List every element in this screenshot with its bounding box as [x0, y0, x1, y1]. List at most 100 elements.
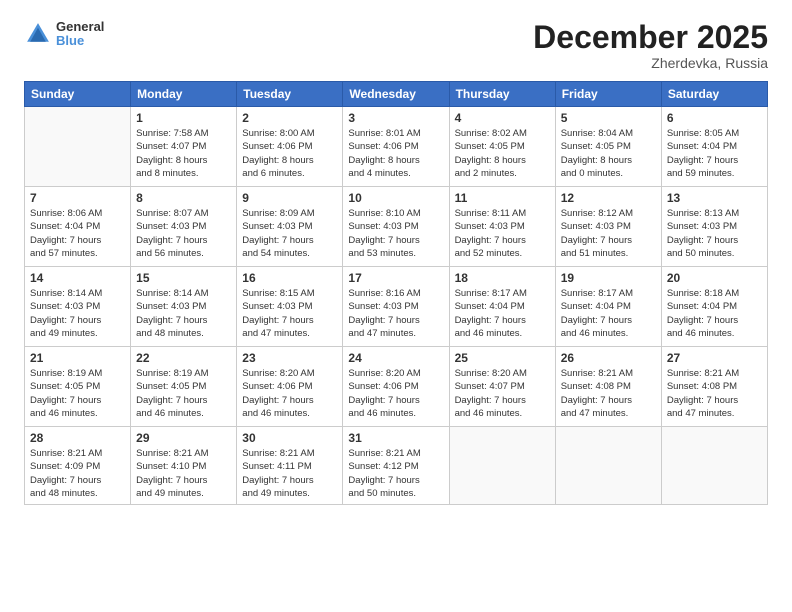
- day-info: Sunrise: 8:21 AMSunset: 4:09 PMDaylight:…: [30, 447, 125, 500]
- col-saturday: Saturday: [661, 82, 767, 107]
- day-info: Sunrise: 8:13 AMSunset: 4:03 PMDaylight:…: [667, 207, 762, 260]
- day-number: 9: [242, 191, 337, 205]
- table-row: 22 Sunrise: 8:19 AMSunset: 4:05 PMDayligh…: [131, 347, 237, 427]
- table-row: 7 Sunrise: 8:06 AMSunset: 4:04 PMDaylight…: [25, 187, 131, 267]
- day-number: 19: [561, 271, 656, 285]
- day-number: 4: [455, 111, 550, 125]
- table-row: 24 Sunrise: 8:20 AMSunset: 4:06 PMDayligh…: [343, 347, 449, 427]
- day-info: Sunrise: 8:01 AMSunset: 4:06 PMDaylight:…: [348, 127, 443, 180]
- day-number: 7: [30, 191, 125, 205]
- day-number: 1: [136, 111, 231, 125]
- day-info: Sunrise: 8:17 AMSunset: 4:04 PMDaylight:…: [561, 287, 656, 340]
- table-row: [449, 427, 555, 505]
- table-row: 18Sunrise: 8:17 AMSunset: 4:04 PMDayligh…: [449, 267, 555, 347]
- logo: General Blue: [24, 20, 104, 49]
- table-row: 31 Sunrise: 8:21 AMSunset: 4:12 PMDayligh…: [343, 427, 449, 505]
- table-row: 29 Sunrise: 8:21 AMSunset: 4:10 PMDayligh…: [131, 427, 237, 505]
- table-row: 1 Sunrise: 7:58 AMSunset: 4:07 PMDaylight…: [131, 107, 237, 187]
- subtitle: Zherdevka, Russia: [533, 55, 768, 71]
- table-row: 2 Sunrise: 8:00 AMSunset: 4:06 PMDaylight…: [237, 107, 343, 187]
- day-info: Sunrise: 8:06 AMSunset: 4:04 PMDaylight:…: [30, 207, 125, 260]
- day-info: Sunrise: 8:15 AMSunset: 4:03 PMDaylight:…: [242, 287, 337, 340]
- day-info: Sunrise: 8:21 AMSunset: 4:11 PMDaylight:…: [242, 447, 337, 500]
- day-number: 23: [242, 351, 337, 365]
- table-row: 13 Sunrise: 8:13 AMSunset: 4:03 PMDayligh…: [661, 187, 767, 267]
- day-number: 28: [30, 431, 125, 445]
- table-row: 23 Sunrise: 8:20 AMSunset: 4:06 PMDayligh…: [237, 347, 343, 427]
- table-row: 28 Sunrise: 8:21 AMSunset: 4:09 PMDayligh…: [25, 427, 131, 505]
- col-sunday: Sunday: [25, 82, 131, 107]
- day-number: 18: [455, 271, 550, 285]
- day-number: 27: [667, 351, 762, 365]
- table-row: 4Sunrise: 8:02 AMSunset: 4:05 PMDaylight…: [449, 107, 555, 187]
- table-row: 6 Sunrise: 8:05 AMSunset: 4:04 PMDaylight…: [661, 107, 767, 187]
- table-row: 27 Sunrise: 8:21 AMSunset: 4:08 PMDayligh…: [661, 347, 767, 427]
- day-info: Sunrise: 8:12 AMSunset: 4:03 PMDaylight:…: [561, 207, 656, 260]
- day-number: 25: [455, 351, 550, 365]
- table-row: 25Sunrise: 8:20 AMSunset: 4:07 PMDayligh…: [449, 347, 555, 427]
- day-number: 14: [30, 271, 125, 285]
- table-row: [555, 427, 661, 505]
- day-number: 30: [242, 431, 337, 445]
- logo-icon: [24, 20, 52, 48]
- calendar-header-row: Sunday Monday Tuesday Wednesday Thursday…: [25, 82, 768, 107]
- day-number: 24: [348, 351, 443, 365]
- day-number: 15: [136, 271, 231, 285]
- table-row: 12 Sunrise: 8:12 AMSunset: 4:03 PMDayligh…: [555, 187, 661, 267]
- day-number: 6: [667, 111, 762, 125]
- day-info: Sunrise: 8:20 AMSunset: 4:06 PMDaylight:…: [242, 367, 337, 420]
- day-info: Sunrise: 8:21 AMSunset: 4:10 PMDaylight:…: [136, 447, 231, 500]
- day-info: Sunrise: 8:18 AMSunset: 4:04 PMDaylight:…: [667, 287, 762, 340]
- header: General Blue December 2025 Zherdevka, Ru…: [24, 20, 768, 71]
- day-info: Sunrise: 8:07 AMSunset: 4:03 PMDaylight:…: [136, 207, 231, 260]
- day-info: Sunrise: 8:21 AMSunset: 4:12 PMDaylight:…: [348, 447, 443, 500]
- table-row: 20Sunrise: 8:18 AMSunset: 4:04 PMDayligh…: [661, 267, 767, 347]
- col-thursday: Thursday: [449, 82, 555, 107]
- logo-line2: Blue: [56, 34, 104, 48]
- day-info: Sunrise: 8:09 AMSunset: 4:03 PMDaylight:…: [242, 207, 337, 260]
- table-row: 19 Sunrise: 8:17 AMSunset: 4:04 PMDayligh…: [555, 267, 661, 347]
- table-row: 9 Sunrise: 8:09 AMSunset: 4:03 PMDaylight…: [237, 187, 343, 267]
- day-info: Sunrise: 8:10 AMSunset: 4:03 PMDaylight:…: [348, 207, 443, 260]
- day-number: 11: [455, 191, 550, 205]
- table-row: [661, 427, 767, 505]
- day-number: 22: [136, 351, 231, 365]
- day-info: Sunrise: 8:21 AMSunset: 4:08 PMDaylight:…: [667, 367, 762, 420]
- col-friday: Friday: [555, 82, 661, 107]
- logo-text: General Blue: [56, 20, 104, 49]
- day-info: Sunrise: 8:11 AMSunset: 4:03 PMDaylight:…: [455, 207, 550, 260]
- calendar: Sunday Monday Tuesday Wednesday Thursday…: [24, 81, 768, 505]
- day-info: Sunrise: 8:20 AMSunset: 4:06 PMDaylight:…: [348, 367, 443, 420]
- day-info: Sunrise: 8:00 AMSunset: 4:06 PMDaylight:…: [242, 127, 337, 180]
- day-number: 17: [348, 271, 443, 285]
- day-number: 26: [561, 351, 656, 365]
- month-title: December 2025: [533, 20, 768, 55]
- day-number: 13: [667, 191, 762, 205]
- day-info: Sunrise: 8:14 AMSunset: 4:03 PMDaylight:…: [136, 287, 231, 340]
- day-number: 31: [348, 431, 443, 445]
- day-number: 12: [561, 191, 656, 205]
- day-info: Sunrise: 8:05 AMSunset: 4:04 PMDaylight:…: [667, 127, 762, 180]
- table-row: 10Sunrise: 8:10 AMSunset: 4:03 PMDayligh…: [343, 187, 449, 267]
- page: General Blue December 2025 Zherdevka, Ru…: [0, 0, 792, 612]
- col-tuesday: Tuesday: [237, 82, 343, 107]
- day-info: Sunrise: 8:14 AMSunset: 4:03 PMDaylight:…: [30, 287, 125, 340]
- day-number: 2: [242, 111, 337, 125]
- col-monday: Monday: [131, 82, 237, 107]
- day-info: Sunrise: 8:19 AMSunset: 4:05 PMDaylight:…: [30, 367, 125, 420]
- day-info: Sunrise: 8:19 AMSunset: 4:05 PMDaylight:…: [136, 367, 231, 420]
- day-info: Sunrise: 7:58 AMSunset: 4:07 PMDaylight:…: [136, 127, 231, 180]
- day-info: Sunrise: 8:16 AMSunset: 4:03 PMDaylight:…: [348, 287, 443, 340]
- day-info: Sunrise: 8:21 AMSunset: 4:08 PMDaylight:…: [561, 367, 656, 420]
- day-number: 8: [136, 191, 231, 205]
- day-number: 16: [242, 271, 337, 285]
- table-row: 16 Sunrise: 8:15 AMSunset: 4:03 PMDayligh…: [237, 267, 343, 347]
- table-row: 3Sunrise: 8:01 AMSunset: 4:06 PMDaylight…: [343, 107, 449, 187]
- day-number: 21: [30, 351, 125, 365]
- col-wednesday: Wednesday: [343, 82, 449, 107]
- table-row: 17 Sunrise: 8:16 AMSunset: 4:03 PMDayligh…: [343, 267, 449, 347]
- day-number: 29: [136, 431, 231, 445]
- table-row: 5Sunrise: 8:04 AMSunset: 4:05 PMDaylight…: [555, 107, 661, 187]
- table-row: [25, 107, 131, 187]
- table-row: 8 Sunrise: 8:07 AMSunset: 4:03 PMDaylight…: [131, 187, 237, 267]
